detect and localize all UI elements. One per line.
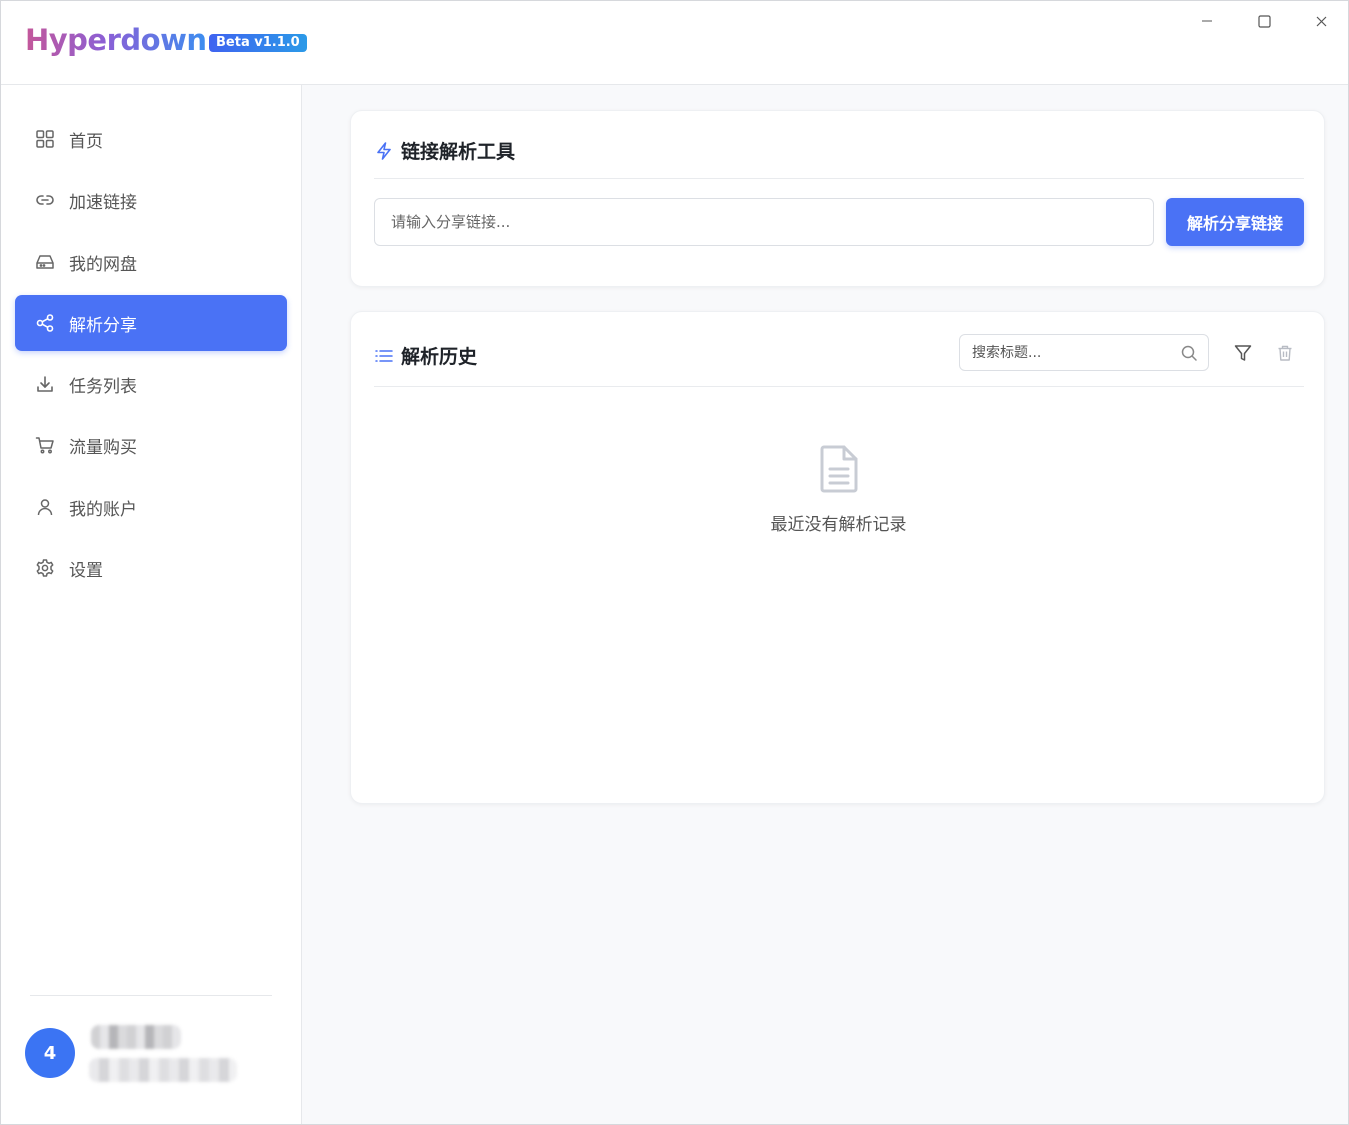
sidebar-item-label: 首页 [69, 131, 103, 152]
sidebar-item-parse-share[interactable]: 解析分享 [15, 295, 287, 351]
sidebar-item-my-account[interactable]: 我的账户 [15, 479, 287, 535]
maximize-icon [1257, 14, 1271, 28]
lightning-icon [374, 141, 394, 161]
sidebar-item-label: 设置 [69, 560, 103, 581]
parse-history-card: 解析历史 最近没有解析记录 [350, 311, 1325, 804]
sidebar-item-label: 我的网盘 [69, 254, 137, 275]
empty-state-text: 最近没有解析记录 [770, 515, 907, 535]
history-search [959, 334, 1209, 371]
title-bar: Hyperdown Beta v1.1.0 [1, 1, 1348, 85]
search-icon[interactable] [1180, 344, 1198, 362]
link-icon [35, 190, 55, 210]
list-icon [374, 346, 394, 366]
card-divider [374, 178, 1304, 179]
grid-icon [35, 129, 55, 149]
sidebar-item-label: 流量购买 [69, 437, 137, 458]
sidebar-item-buy-traffic[interactable]: 流量购买 [15, 417, 287, 473]
user-icon [35, 497, 55, 517]
search-input[interactable] [960, 335, 1175, 370]
share-link-input[interactable] [374, 198, 1154, 246]
cart-icon [35, 435, 55, 455]
sidebar: 首页 加速链接 我的网盘 解析分享 任务列表 流量购买 我的账户 设置 4 [1, 85, 302, 1124]
link-parse-tool-card: 链接解析工具 解析分享链接 [350, 110, 1325, 287]
sidebar-divider [30, 995, 272, 996]
parse-share-link-button[interactable]: 解析分享链接 [1166, 198, 1304, 246]
card-divider [374, 386, 1304, 387]
drive-icon [35, 252, 55, 272]
sidebar-item-my-drive[interactable]: 我的网盘 [15, 234, 287, 290]
sidebar-item-accelerate-link[interactable]: 加速链接 [15, 172, 287, 228]
sidebar-item-label: 解析分享 [69, 315, 137, 336]
card-title: 解析历史 [374, 342, 477, 369]
close-button[interactable] [1301, 9, 1341, 33]
share-icon [35, 313, 55, 333]
minimize-icon [1202, 20, 1212, 22]
app-logo: Hyperdown [25, 23, 207, 57]
filter-button[interactable] [1232, 342, 1254, 364]
maximize-button[interactable] [1244, 9, 1284, 33]
sidebar-item-label: 任务列表 [69, 376, 137, 397]
sidebar-item-task-list[interactable]: 任务列表 [15, 356, 287, 412]
sidebar-item-home[interactable]: 首页 [15, 111, 287, 167]
document-icon [818, 444, 860, 494]
card-title: 链接解析工具 [374, 137, 515, 164]
app-window: Hyperdown Beta v1.1.0 首页 加速链接 我的网盘 解析分享 … [0, 0, 1349, 1125]
user-email-redacted [89, 1058, 237, 1082]
close-icon [1316, 16, 1326, 26]
filter-icon [1234, 345, 1252, 361]
sidebar-item-label: 加速链接 [69, 192, 137, 213]
avatar[interactable]: 4 [25, 1028, 75, 1078]
sidebar-item-label: 我的账户 [69, 499, 137, 520]
clear-history-button[interactable] [1274, 342, 1296, 364]
user-name-redacted [91, 1025, 181, 1049]
version-badge: Beta v1.1.0 [209, 34, 307, 52]
trash-icon [1278, 345, 1292, 361]
minimize-button[interactable] [1187, 9, 1227, 33]
gear-icon [35, 558, 55, 578]
download-icon [35, 374, 55, 394]
sidebar-item-settings[interactable]: 设置 [15, 540, 287, 596]
